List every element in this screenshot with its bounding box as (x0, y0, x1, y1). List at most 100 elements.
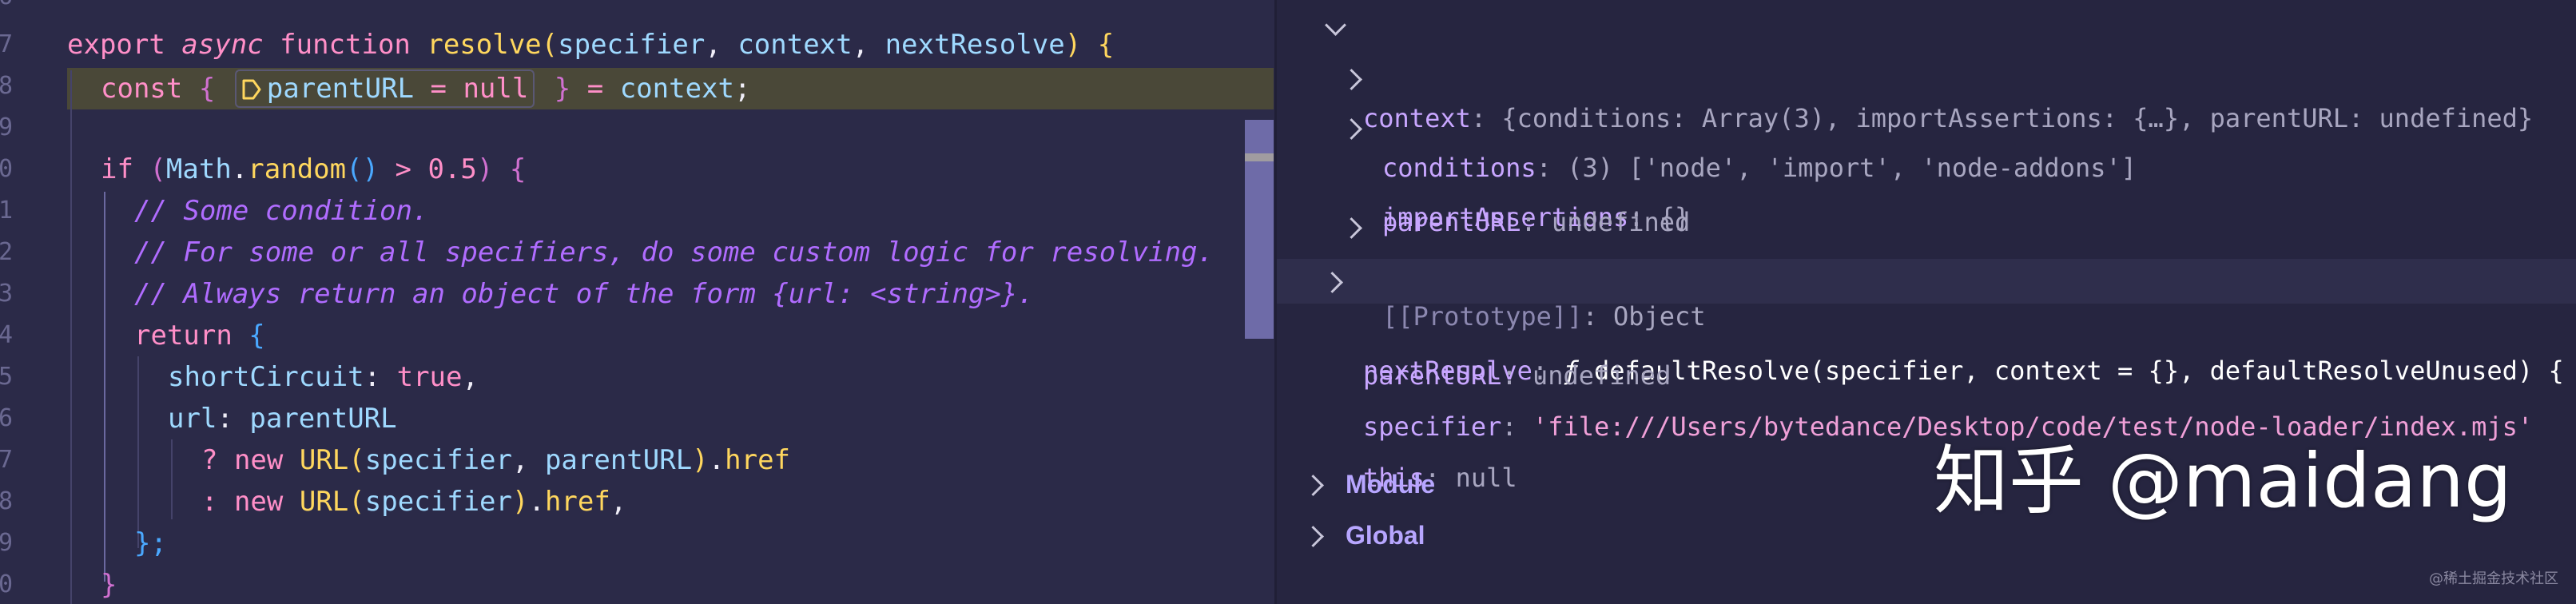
code-comment[interactable]: // For some or all specifiers, do some c… (134, 232, 1214, 273)
variable-row-importAssertions[interactable]: importAssertions: {} (1277, 105, 2576, 232)
breakpoint-arrow-icon (242, 79, 261, 100)
code-token: > (379, 153, 428, 185)
line-number: 8 (0, 487, 13, 515)
code-token: parentURL (266, 73, 415, 105)
code-token: specifier (364, 486, 512, 518)
code-line[interactable]: shortCircuit: true, (168, 356, 479, 398)
code-token: { (198, 73, 232, 105)
code-token: URL (299, 444, 349, 476)
code-token: ? (201, 444, 234, 476)
code-token: { (1081, 29, 1115, 61)
code-token: ( (348, 486, 365, 518)
code-token: parentURL (544, 444, 693, 476)
indent-guide (104, 192, 105, 582)
code-token: href (725, 444, 791, 476)
code-token: = (414, 73, 463, 105)
code-token: null (463, 73, 529, 105)
code-token: url (168, 403, 217, 435)
code-token: 0.5 (427, 153, 477, 185)
line-number: 9 (0, 529, 13, 557)
code-line[interactable]: } (101, 564, 117, 604)
code-token: specifier (364, 444, 512, 476)
code-line[interactable]: : new URL(specifier).href, (201, 481, 626, 523)
line-number: 5 (0, 363, 13, 391)
code-line[interactable]: return { (134, 315, 265, 356)
source-watermark: @稀土掘金技术社区 (2429, 570, 2558, 587)
chevron-right-icon[interactable] (1302, 526, 1324, 547)
code-token: { (248, 320, 265, 352)
code-token: Math (165, 153, 232, 185)
line-number: 1 (0, 197, 13, 225)
code-token: , (511, 444, 545, 476)
line-number: 9 (0, 113, 13, 141)
code-token: : (201, 486, 234, 518)
variable-row-nextResolve[interactable]: nextResolve: ƒ defaultResolve(specifier,… (1277, 259, 2576, 386)
code-token: , (610, 486, 627, 518)
scope-label: Global (1346, 521, 1425, 550)
line-number: 3 (0, 280, 13, 308)
code-token: const (101, 73, 199, 105)
code-token: , (852, 29, 885, 61)
code-token: { (493, 153, 527, 185)
variable-row-context[interactable]: context: {conditions: Array(3), importAs… (1277, 6, 2576, 133)
code-line[interactable]: url: parentURL (168, 398, 397, 439)
code-token: resolve (427, 29, 542, 61)
code-token: , (705, 29, 738, 61)
code-token: export (67, 29, 182, 61)
line-number: 7 (0, 446, 13, 474)
line-number: 7 (0, 30, 13, 58)
code-token: ) (692, 444, 709, 476)
chevron-right-icon[interactable] (1302, 475, 1324, 496)
scope-module[interactable]: Module (1277, 462, 1916, 507)
code-token: ) (1064, 29, 1082, 61)
variable-row-specifier[interactable]: specifier: 'file:///Users/bytedance/Desk… (1277, 360, 2576, 442)
code-token: } (538, 73, 571, 105)
code-token: new (233, 444, 300, 476)
variable-row-parentURL[interactable]: parentURL: undefined (1277, 308, 2576, 391)
code-token: parentURL (249, 403, 397, 435)
scope-label: Module (1346, 470, 1435, 499)
code-line[interactable]: export async function resolve(specifier,… (67, 24, 1114, 66)
code-comment[interactable]: // Some condition. (134, 190, 428, 232)
line-number: 6 (0, 404, 13, 432)
line-number: 8 (0, 72, 13, 100)
variable-row-parentURL-inner[interactable]: parentURL: undefined (1277, 155, 2576, 237)
code-token: return (134, 320, 249, 352)
code-line[interactable]: }; (134, 523, 167, 564)
variable-row-prototype[interactable]: [[Prototype]]: Object (1277, 205, 2576, 332)
code-token: nextResolve (885, 29, 1065, 61)
line-number-gutter: 6 7 8 9 0 1 2 3 4 5 6 7 8 9 0 (0, 0, 16, 604)
chevron-right-icon[interactable] (1322, 272, 1343, 293)
line-number: 0 (0, 155, 13, 183)
chevron-down-icon[interactable] (1325, 14, 1346, 36)
code-token: ( (348, 444, 365, 476)
code-line[interactable]: ? new URL(specifier, parentURL).href (201, 439, 790, 481)
code-token: context (737, 29, 853, 61)
code-comment[interactable]: // Always return an object of the form {… (134, 273, 1034, 315)
scope-global[interactable]: Global (1277, 513, 1916, 558)
code-token: ( (541, 29, 559, 61)
variable-row-conditions[interactable]: conditions: (3) ['node', 'import', 'node… (1277, 56, 2576, 183)
chevron-right-icon[interactable] (1341, 118, 1362, 140)
inline-value-hint: parentURL = null (234, 70, 535, 108)
code-editor[interactable]: 6 7 8 9 0 1 2 3 4 5 6 7 8 9 0 export asy… (0, 0, 1277, 604)
code-token: . (231, 153, 248, 185)
code-line-current[interactable]: const { parentURL = null } = context; (101, 68, 750, 109)
code-line[interactable]: if (Math.random() > 0.5) { (101, 149, 526, 190)
code-token: () (346, 153, 380, 185)
code-token: , (462, 361, 479, 393)
chevron-right-icon[interactable] (1341, 69, 1362, 90)
code-token: : (217, 403, 250, 435)
code-token: shortCircuit (168, 361, 364, 393)
line-number: 6 (0, 0, 13, 18)
code-token: . (528, 486, 545, 518)
code-token: . (708, 444, 725, 476)
chevron-right-icon[interactable] (1341, 217, 1362, 239)
code-token: if (101, 153, 150, 185)
line-number: 0 (0, 570, 13, 598)
code-token: ; (734, 73, 751, 105)
watermark: 知乎 @maidang (1934, 438, 2512, 525)
indent-guide (70, 70, 72, 604)
line-number: 2 (0, 238, 13, 266)
code-token: true (396, 361, 463, 393)
